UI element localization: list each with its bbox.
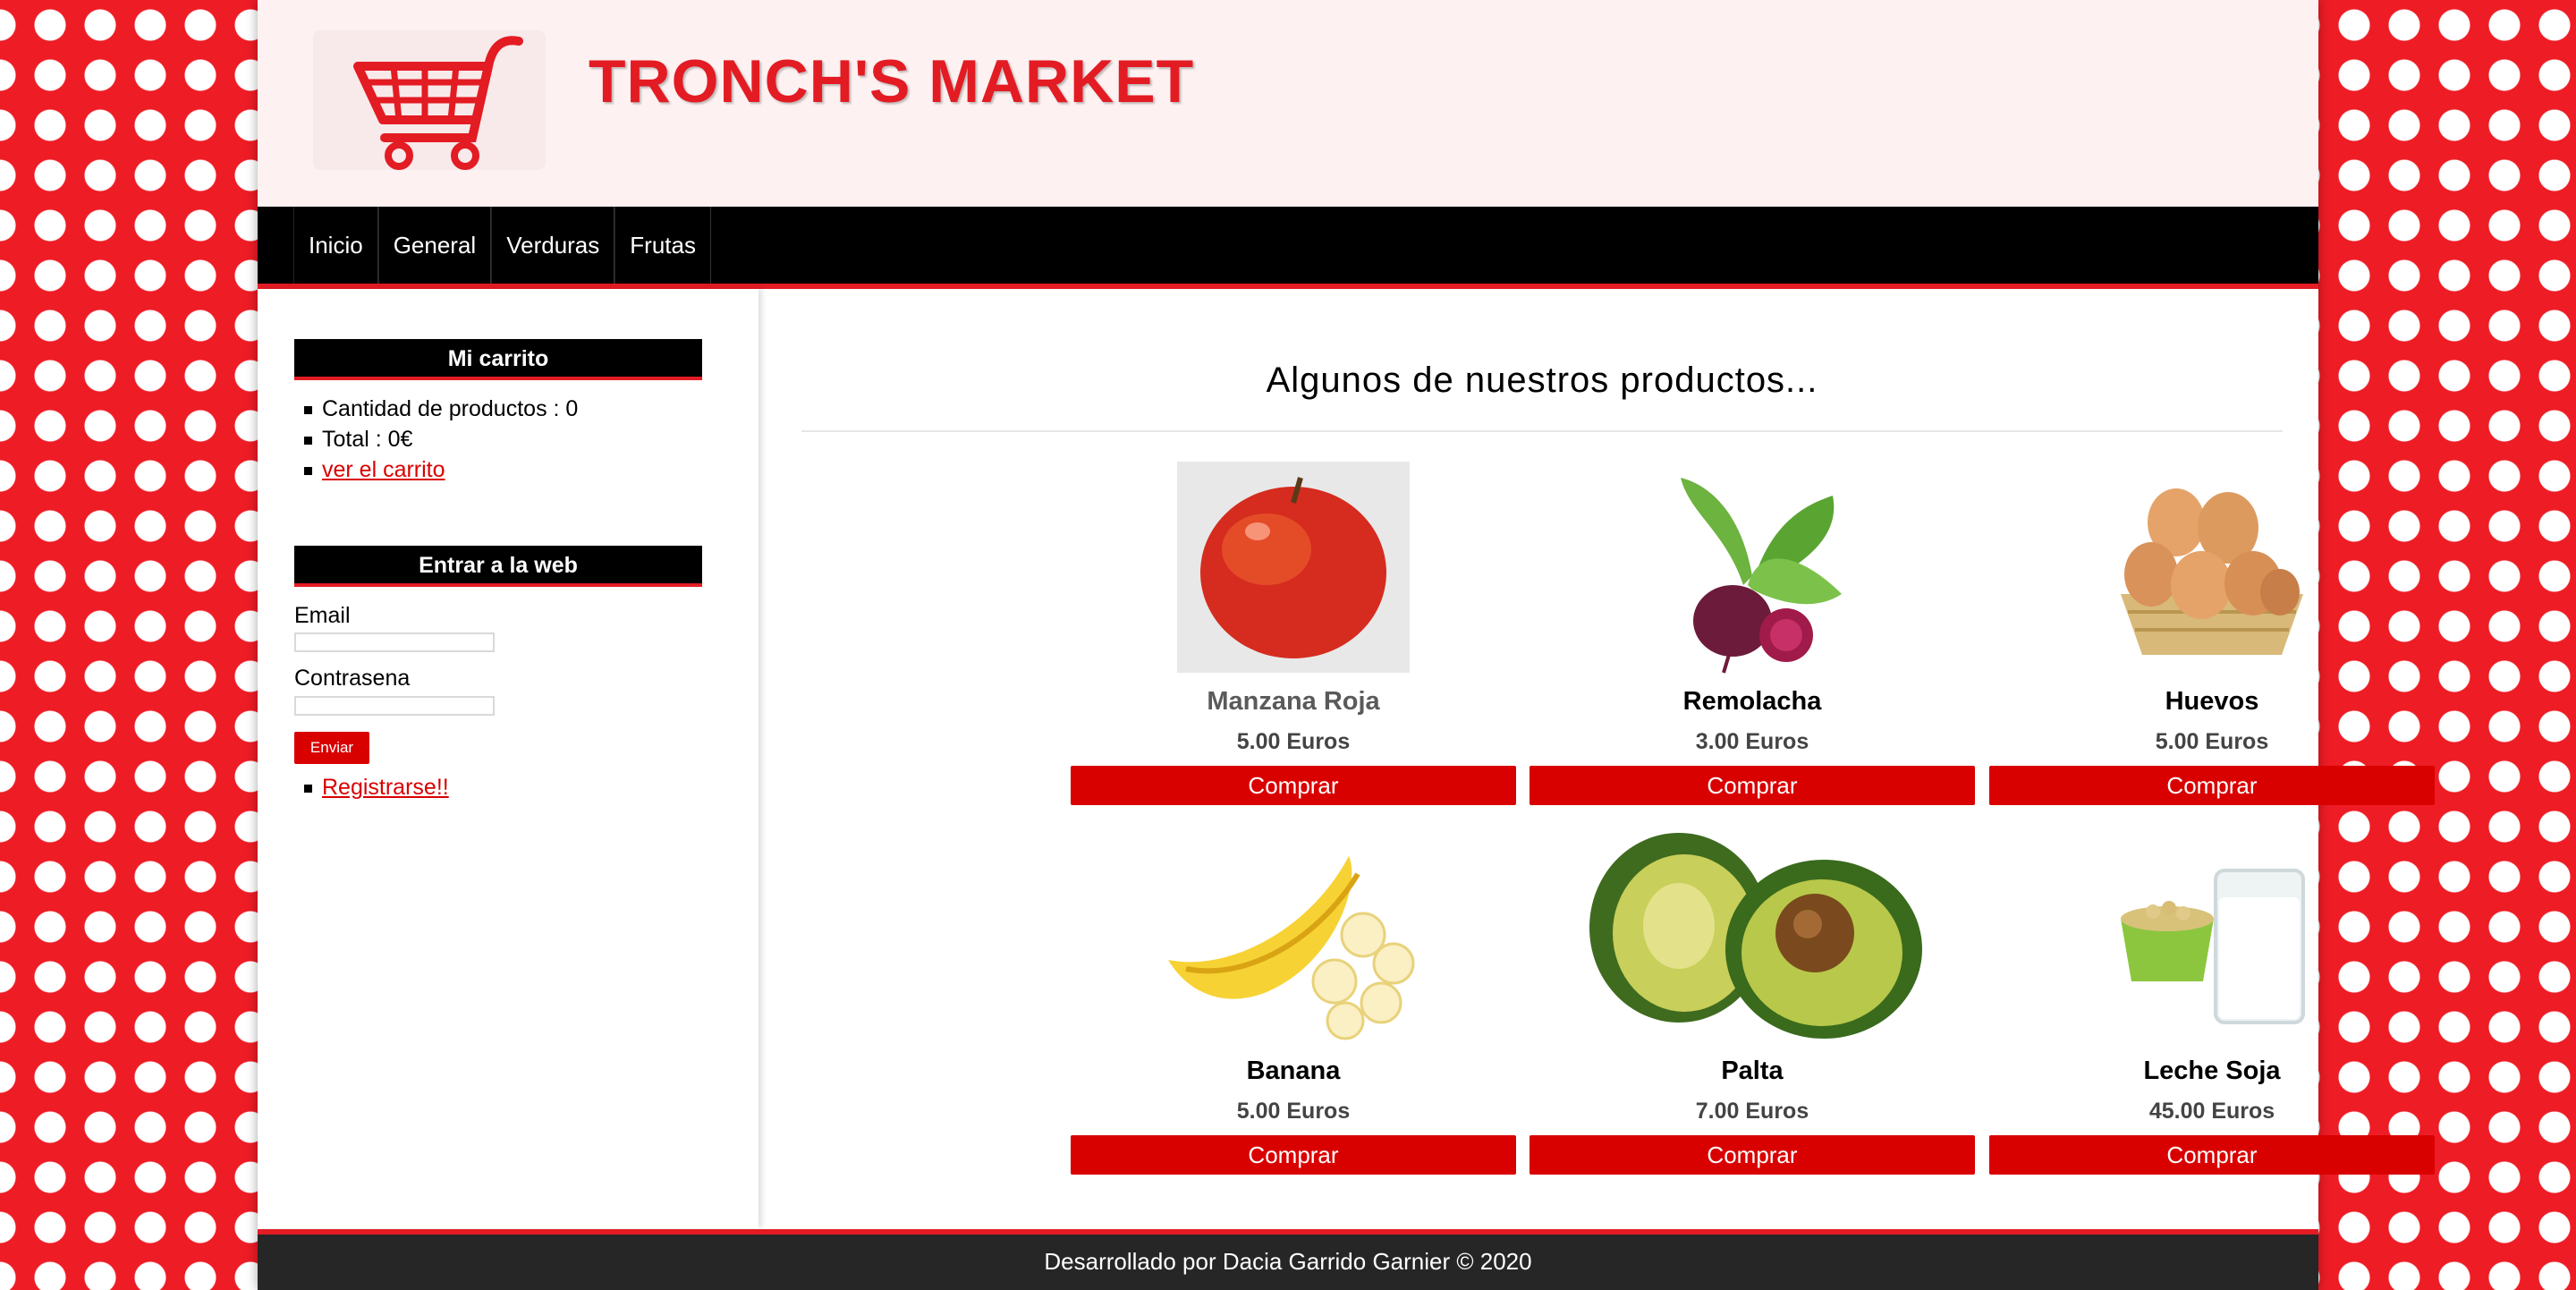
- apple-icon: [1159, 460, 1428, 675]
- product-price: 5.00 Euros: [2155, 729, 2269, 754]
- product-card: Remolacha 3.00 Euros Comprar: [1530, 460, 1975, 805]
- cart-quantity: Cantidad de productos : 0: [303, 394, 578, 424]
- header: TRONCH'S MARKET: [258, 0, 2318, 207]
- buy-button[interactable]: Comprar: [1071, 1135, 1516, 1175]
- buy-button[interactable]: Comprar: [1989, 766, 2435, 805]
- nav-item-general[interactable]: General: [377, 207, 492, 284]
- nav-item-inicio[interactable]: Inicio: [293, 207, 378, 284]
- product-name: Manzana Roja: [1207, 687, 1380, 716]
- cart-total: Total : 0€: [303, 424, 578, 454]
- product-name: Leche Soja: [2143, 1057, 2281, 1085]
- avocado-icon: [1573, 829, 1931, 1044]
- product-name: Huevos: [2165, 687, 2259, 716]
- login-title: Entrar a la web: [294, 546, 702, 587]
- beetroot-icon: [1618, 460, 1886, 675]
- site-title: TRONCH'S MARKET: [589, 47, 1195, 115]
- buy-button[interactable]: Comprar: [1530, 766, 1975, 805]
- password-label: Contrasena: [294, 666, 411, 691]
- footer: Desarrollado por Dacia Garrido Garnier ©…: [258, 1229, 2318, 1290]
- buy-button[interactable]: Comprar: [1071, 766, 1516, 805]
- buy-button[interactable]: Comprar: [1989, 1135, 2435, 1175]
- product-name: Remolacha: [1682, 687, 1822, 716]
- product-price: 45.00 Euros: [2148, 1099, 2275, 1124]
- cart-title: Mi carrito: [294, 339, 702, 380]
- product-price: 5.00 Euros: [1236, 729, 1351, 754]
- product-card: Banana 5.00 Euros Comprar: [1071, 829, 1516, 1175]
- banana-icon: [1159, 829, 1428, 1044]
- product-card: Manzana Roja 5.00 Euros Comprar: [1071, 460, 1516, 805]
- email-label: Email: [294, 603, 351, 628]
- divider: [801, 430, 2283, 432]
- nav-item-frutas[interactable]: Frutas: [614, 207, 711, 284]
- product-card: Leche Soja 45.00 Euros Comprar: [1989, 829, 2435, 1175]
- eggs-icon: [2078, 460, 2346, 675]
- password-field[interactable]: [294, 696, 495, 716]
- register-list: Registrarse!!: [304, 772, 449, 802]
- logo[interactable]: [313, 30, 546, 170]
- main-nav: Inicio General Verduras Frutas: [258, 207, 2318, 289]
- product-name: Banana: [1246, 1057, 1341, 1085]
- view-cart-link[interactable]: ver el carrito: [322, 457, 445, 482]
- shopping-cart-icon: [353, 36, 523, 170]
- main-content: Algunos de nuestros productos... Manzana…: [766, 289, 2435, 1228]
- product-card: Palta 7.00 Euros Comprar: [1530, 829, 1975, 1175]
- product-card: Huevos 5.00 Euros Comprar: [1989, 460, 2435, 805]
- product-price: 7.00 Euros: [1695, 1099, 1809, 1124]
- buy-button[interactable]: Comprar: [1530, 1135, 1975, 1175]
- soy-milk-icon: [2078, 829, 2346, 1044]
- cart-list: Cantidad de productos : 0 Total : 0€ ver…: [303, 394, 578, 485]
- product-price: 3.00 Euros: [1695, 729, 1809, 754]
- register-link[interactable]: Registrarse!!: [322, 775, 449, 800]
- register-item: Registrarse!!: [304, 772, 449, 802]
- product-price: 5.00 Euros: [1236, 1099, 1351, 1124]
- sidebar: Mi carrito Cantidad de productos : 0 Tot…: [258, 289, 758, 1228]
- cart-view-item: ver el carrito: [303, 454, 578, 485]
- page-container: TRONCH'S MARKET Inicio General Verduras …: [258, 0, 2435, 1290]
- email-field[interactable]: [294, 632, 495, 652]
- nav-item-verduras[interactable]: Verduras: [491, 207, 615, 284]
- send-button[interactable]: Enviar: [294, 732, 369, 764]
- product-name: Palta: [1721, 1057, 1784, 1085]
- products-heading: Algunos de nuestros productos...: [1266, 361, 1818, 400]
